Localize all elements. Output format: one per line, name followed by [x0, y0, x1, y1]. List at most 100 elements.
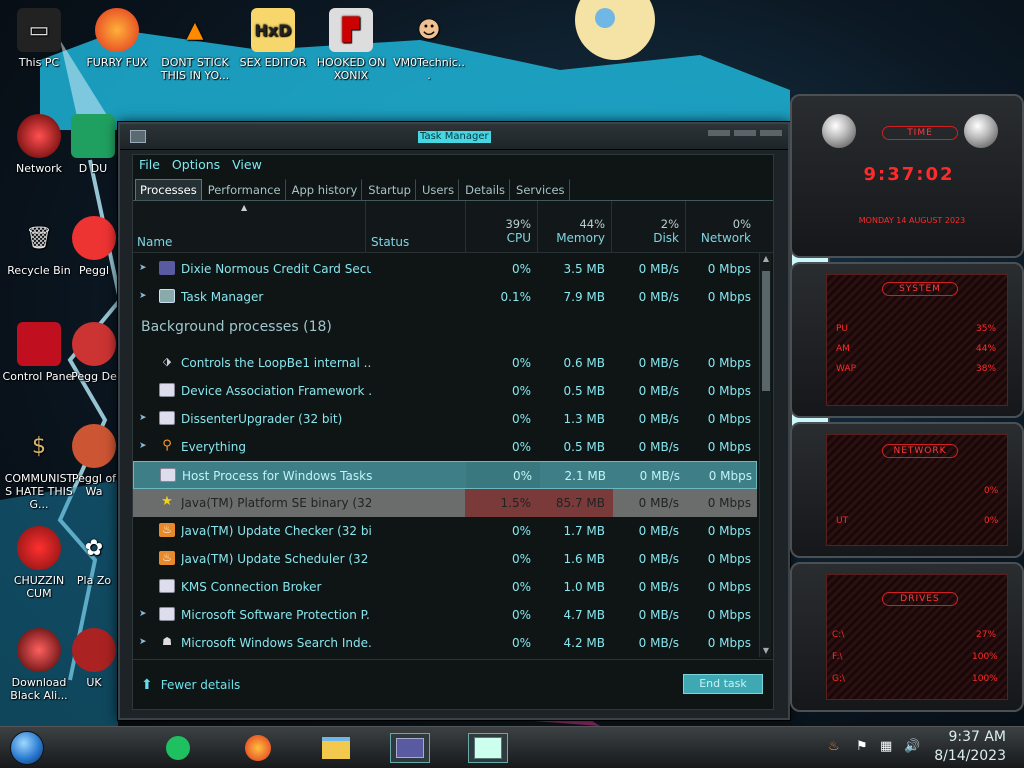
start-button[interactable]	[10, 731, 44, 765]
desktop-icon-peggle[interactable]: Peggl	[70, 216, 118, 277]
vertical-scrollbar[interactable]: ▲ ▼	[759, 253, 771, 657]
desktop-icon-peggle-deluxe[interactable]: Pegg De	[70, 322, 118, 383]
expand-chevron-icon[interactable]: ➤	[139, 263, 147, 273]
menu-bar: File Options View	[133, 155, 773, 177]
alien-head-icon	[822, 114, 856, 148]
menu-view[interactable]: View	[230, 155, 268, 177]
window-title: Task Manager	[418, 131, 491, 143]
expand-chevron-icon[interactable]: ➤	[139, 291, 147, 301]
column-name[interactable]: Name	[137, 235, 172, 249]
desktop-icon-control-panel[interactable]: Control Panel	[2, 322, 76, 383]
app-icon	[72, 628, 116, 672]
volume-icon[interactable]: 🔊	[904, 739, 920, 754]
desktop-icon-download-black-alien[interactable]: Download Black Ali...	[2, 628, 76, 702]
network-panel: NETWORK 0% UT 0%	[790, 422, 1024, 558]
close-button[interactable]	[760, 130, 782, 136]
time-panel: TIME 9:37:02 MONDAY 14 AUGUST 2023	[790, 94, 1024, 258]
tab-users[interactable]: Users	[418, 179, 460, 200]
taskbar: ♨ ⚑ ▦ 🔊 9:37 AM 8/14/2023	[0, 726, 1024, 768]
column-cpu[interactable]: 39% CPU	[469, 217, 531, 245]
tab-app-history[interactable]: App history	[288, 179, 363, 200]
taskbar-app-task-manager[interactable]	[468, 733, 508, 763]
desktop-icon-plants-zombies[interactable]: ✿ Pla Zo	[70, 526, 118, 587]
desktop-icon-network[interactable]: Network	[2, 114, 76, 175]
window-icon	[159, 607, 175, 621]
title-bar[interactable]: Task Manager	[120, 124, 788, 150]
table-row[interactable]: KMS Connection Broker 0% 1.0 MB 0 MB/s 0…	[133, 573, 757, 601]
taskbar-clock[interactable]: 9:37 AM 8/14/2023	[934, 728, 1006, 766]
window-icon	[159, 411, 175, 425]
tab-performance[interactable]: Performance	[204, 179, 286, 200]
table-row-selected[interactable]: Host Process for Windows Tasks 0% 2.1 MB…	[133, 461, 757, 489]
table-row[interactable]: ♨ Java(TM) Update Checker (32 bit) 0% 1.…	[133, 517, 757, 545]
end-task-button[interactable]: End task	[683, 674, 763, 694]
column-disk[interactable]: 2% Disk	[613, 217, 679, 245]
desktop-icon-recycle-bin[interactable]: 🗑 Recycle Bin	[2, 216, 76, 277]
table-row[interactable]: ➤ DissenterUpgrader (32 bit) 0% 1.3 MB 0…	[133, 405, 757, 433]
java-tray-icon[interactable]: ♨	[828, 739, 840, 754]
alien-head-icon	[964, 114, 998, 148]
desktop-icon-peggle-wars[interactable]: Peggl of Wa	[70, 424, 118, 498]
taskbar-app-chat[interactable]	[158, 733, 198, 763]
task-manager-icon	[159, 289, 175, 303]
menu-file[interactable]: File	[137, 155, 166, 177]
expand-chevron-icon[interactable]: ➤	[139, 413, 147, 423]
peggle-icon	[72, 216, 116, 260]
column-status[interactable]: Status	[371, 235, 409, 249]
taskbar-app-firefox[interactable]	[238, 733, 278, 763]
fewer-details-link[interactable]: ⬆ Fewer details	[141, 677, 240, 693]
task-manager-body: File Options View Processes Performance …	[132, 154, 774, 710]
maximize-button[interactable]	[734, 130, 756, 136]
taskbar-app-file-explorer[interactable]	[316, 733, 356, 763]
table-row[interactable]: ⬗ Controls the LoopBe1 internal ... 0% 0…	[133, 349, 757, 377]
desktop-icon-vlc[interactable]: ▲ DONT STICK THIS IN YO...	[158, 8, 232, 82]
tab-services[interactable]: Services	[512, 179, 570, 200]
table-row[interactable]: ★ Java(TM) Platform SE binary (32... 1.5…	[133, 489, 757, 517]
desktop-icon-chuzzin-cum[interactable]: CHUZZIN CUM	[2, 526, 76, 600]
tab-details[interactable]: Details	[461, 179, 511, 200]
menu-options[interactable]: Options	[170, 155, 226, 177]
scrollbar-thumb[interactable]	[762, 271, 770, 391]
drive-c-usage: 27%	[976, 630, 997, 640]
task-manager-window[interactable]: Task Manager File Options View Processes…	[118, 122, 790, 720]
process-table: ▲ Name Status 39% CPU 44% Memory 2% Disk	[133, 201, 773, 657]
desktop-icon-uk[interactable]: UK	[70, 628, 118, 689]
background-processes-heading: Background processes (18)	[141, 319, 332, 335]
desktop-icon-this-pc[interactable]: ▭ This PC	[2, 8, 76, 69]
column-network[interactable]: 0% Network	[687, 217, 751, 245]
scroll-down-icon[interactable]: ▼	[760, 645, 772, 657]
desktop-icon-vm0technic[interactable]: ☻ VM0Technic...	[392, 8, 466, 82]
window-icon	[160, 468, 176, 482]
scroll-up-icon[interactable]: ▲	[760, 253, 772, 265]
arrow-up-icon: ⬆	[141, 677, 153, 693]
task-manager-icon	[130, 130, 146, 143]
expand-chevron-icon[interactable]: ➤	[139, 441, 147, 451]
table-row[interactable]: ➤ Microsoft Software Protection P... 0% …	[133, 601, 757, 629]
flag-icon[interactable]: ⚑	[856, 739, 868, 754]
drives-panel: DRIVES C:\ 27% F:\ 100% G:\ 100%	[790, 562, 1024, 712]
desktop-icon-communists[interactable]: $ COMMUNISTS HATE THIS G...	[2, 424, 76, 511]
column-memory[interactable]: 44% Memory	[539, 217, 605, 245]
table-row[interactable]: ➤ ☗ Microsoft Windows Search Inde... 0% …	[133, 629, 757, 657]
expand-chevron-icon[interactable]: ➤	[139, 637, 147, 647]
minimize-button[interactable]	[708, 130, 730, 136]
tab-processes[interactable]: Processes	[135, 179, 202, 200]
firefox-icon	[245, 735, 271, 761]
flower-icon: ✿	[84, 535, 104, 561]
table-row[interactable]: Device Association Framework ... 0% 0.5 …	[133, 377, 757, 405]
table-row[interactable]: ➤ ⚲ Everything 0% 0.5 MB 0 MB/s 0 Mbps	[133, 433, 757, 461]
sort-arrow-icon: ▲	[241, 203, 248, 212]
table-row[interactable]: ♨ Java(TM) Update Scheduler (32 ... 0% 1…	[133, 545, 757, 573]
drive-f-usage: 100%	[972, 652, 998, 662]
table-row[interactable]: ➤ Task Manager 0.1% 7.9 MB 0 MB/s 0 Mbps	[133, 283, 757, 311]
expand-chevron-icon[interactable]: ➤	[139, 609, 147, 619]
desktop-icon-hooked-on-xonix[interactable]: ▛ HOOKED ON XONIX	[314, 8, 388, 82]
clock-time: 9:37:02	[863, 164, 955, 185]
network-tray-icon[interactable]: ▦	[880, 739, 892, 754]
desktop-icon-furry-fux[interactable]: FURRY FUX	[80, 8, 154, 69]
desktop-icon-sex-editor[interactable]: HxD SEX EDITOR	[236, 8, 310, 69]
tab-startup[interactable]: Startup	[364, 179, 416, 200]
table-row[interactable]: ➤ Dixie Normous Credit Card Secu... 0% 3…	[133, 255, 757, 283]
taskbar-app-credit-card[interactable]	[390, 733, 430, 763]
desktop-icon-partial-d[interactable]: D DU	[68, 114, 118, 175]
